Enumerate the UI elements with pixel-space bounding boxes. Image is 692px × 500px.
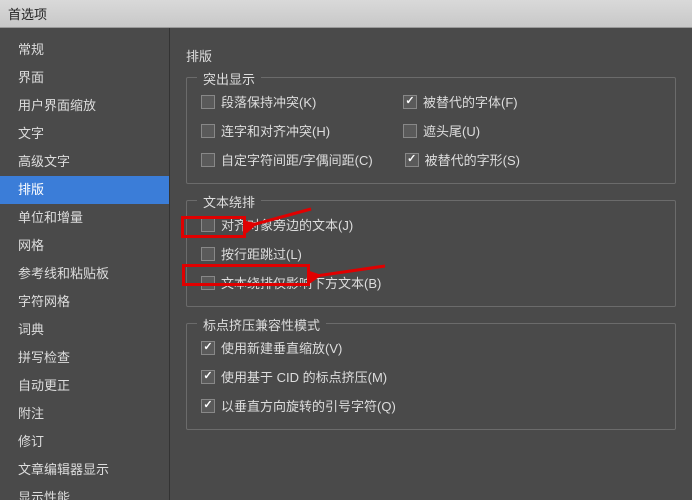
group-punct-title: 标点挤压兼容性模式 (197, 315, 326, 334)
sidebar-item-15[interactable]: 文章编辑器显示 (0, 456, 169, 484)
punct-ck-2-box[interactable] (201, 399, 215, 413)
highlight-ck-1-0-label: 连字和对齐冲突(H) (221, 121, 330, 140)
highlight-ck-0-1[interactable]: 被替代的字体(F) (403, 92, 573, 111)
punct-ck-1-box[interactable] (201, 370, 215, 384)
main-panel: 排版 突出显示 段落保持冲突(K) 被替代的字体(F) 连字和对齐冲突(H) 遮头尾(… (170, 28, 692, 500)
sidebar-item-0[interactable]: 常规 (0, 36, 169, 64)
highlight-ck-0-0[interactable]: 段落保持冲突(K) (201, 92, 371, 111)
sidebar-item-1[interactable]: 界面 (0, 64, 169, 92)
sidebar-item-9[interactable]: 字符网格 (0, 288, 169, 316)
sidebar-item-14[interactable]: 修订 (0, 428, 169, 456)
sidebar-item-16[interactable]: 显示性能 (0, 484, 169, 500)
highlight-ck-0-1-box[interactable] (403, 95, 417, 109)
group-textwrap: 文本绕排 对齐对象旁边的文本(J)按行距跳过(L)文本绕排仅影响下方文本(B) (186, 200, 676, 307)
group-punct: 标点挤压兼容性模式 使用新建垂直缩放(V)使用基于 CID 的标点挤压(M)以垂… (186, 323, 676, 430)
page-title: 排版 (186, 46, 676, 65)
textwrap-ck-2-box[interactable] (201, 276, 215, 290)
group-highlight-title: 突出显示 (197, 69, 261, 88)
highlight-ck-0-1-label: 被替代的字体(F) (423, 92, 518, 111)
sidebar-item-6[interactable]: 单位和增量 (0, 204, 169, 232)
highlight-ck-1-1-box[interactable] (403, 124, 417, 138)
group-highlight: 突出显示 段落保持冲突(K)被替代的字体(F)连字和对齐冲突(H)遮头尾(U)自… (186, 77, 676, 184)
textwrap-ck-1[interactable]: 按行距跳过(L) (201, 244, 371, 263)
textwrap-ck-2-label: 文本绕排仅影响下方文本(B) (221, 273, 381, 292)
window-title: 首选项 (0, 0, 692, 28)
sidebar-item-4[interactable]: 高级文字 (0, 148, 169, 176)
textwrap-ck-0-box[interactable] (201, 218, 215, 232)
highlight-ck-2-0-box[interactable] (201, 153, 215, 167)
textwrap-ck-2[interactable]: 文本绕排仅影响下方文本(B) (201, 273, 381, 292)
textwrap-ck-0[interactable]: 对齐对象旁边的文本(J) (201, 215, 371, 234)
punct-ck-1[interactable]: 使用基于 CID 的标点挤压(M) (201, 367, 387, 386)
sidebar-item-13[interactable]: 附注 (0, 400, 169, 428)
textwrap-ck-1-label: 按行距跳过(L) (221, 244, 302, 263)
punct-ck-0[interactable]: 使用新建垂直缩放(V) (201, 338, 371, 357)
highlight-ck-2-1[interactable]: 被替代的字形(S) (405, 150, 575, 169)
punct-ck-2[interactable]: 以垂直方向旋转的引号字符(Q) (201, 396, 396, 415)
punct-ck-0-box[interactable] (201, 341, 215, 355)
textwrap-ck-1-box[interactable] (201, 247, 215, 261)
highlight-ck-1-1[interactable]: 遮头尾(U) (403, 121, 573, 140)
punct-ck-0-label: 使用新建垂直缩放(V) (221, 338, 342, 357)
punct-ck-1-label: 使用基于 CID 的标点挤压(M) (221, 367, 387, 386)
sidebar-item-7[interactable]: 网格 (0, 232, 169, 260)
highlight-ck-1-1-label: 遮头尾(U) (423, 121, 480, 140)
sidebar-item-5[interactable]: 排版 (0, 176, 169, 204)
group-textwrap-title: 文本绕排 (197, 192, 261, 211)
highlight-ck-0-0-label: 段落保持冲突(K) (221, 92, 316, 111)
highlight-ck-0-0-box[interactable] (201, 95, 215, 109)
sidebar-item-10[interactable]: 词典 (0, 316, 169, 344)
sidebar: 常规界面用户界面缩放文字高级文字排版单位和增量网格参考线和粘贴板字符网格词典拼写… (0, 28, 170, 500)
highlight-ck-2-1-box[interactable] (405, 153, 419, 167)
punct-ck-2-label: 以垂直方向旋转的引号字符(Q) (221, 396, 396, 415)
sidebar-item-2[interactable]: 用户界面缩放 (0, 92, 169, 120)
sidebar-item-3[interactable]: 文字 (0, 120, 169, 148)
sidebar-item-11[interactable]: 拼写检查 (0, 344, 169, 372)
highlight-ck-1-0-box[interactable] (201, 124, 215, 138)
highlight-ck-2-0-label: 自定字符间距/字偶间距(C) (221, 150, 373, 169)
highlight-ck-2-1-label: 被替代的字形(S) (425, 150, 520, 169)
sidebar-item-8[interactable]: 参考线和粘贴板 (0, 260, 169, 288)
highlight-ck-1-0[interactable]: 连字和对齐冲突(H) (201, 121, 371, 140)
textwrap-ck-0-label: 对齐对象旁边的文本(J) (221, 215, 353, 234)
sidebar-item-12[interactable]: 自动更正 (0, 372, 169, 400)
highlight-ck-2-0[interactable]: 自定字符间距/字偶间距(C) (201, 150, 373, 169)
